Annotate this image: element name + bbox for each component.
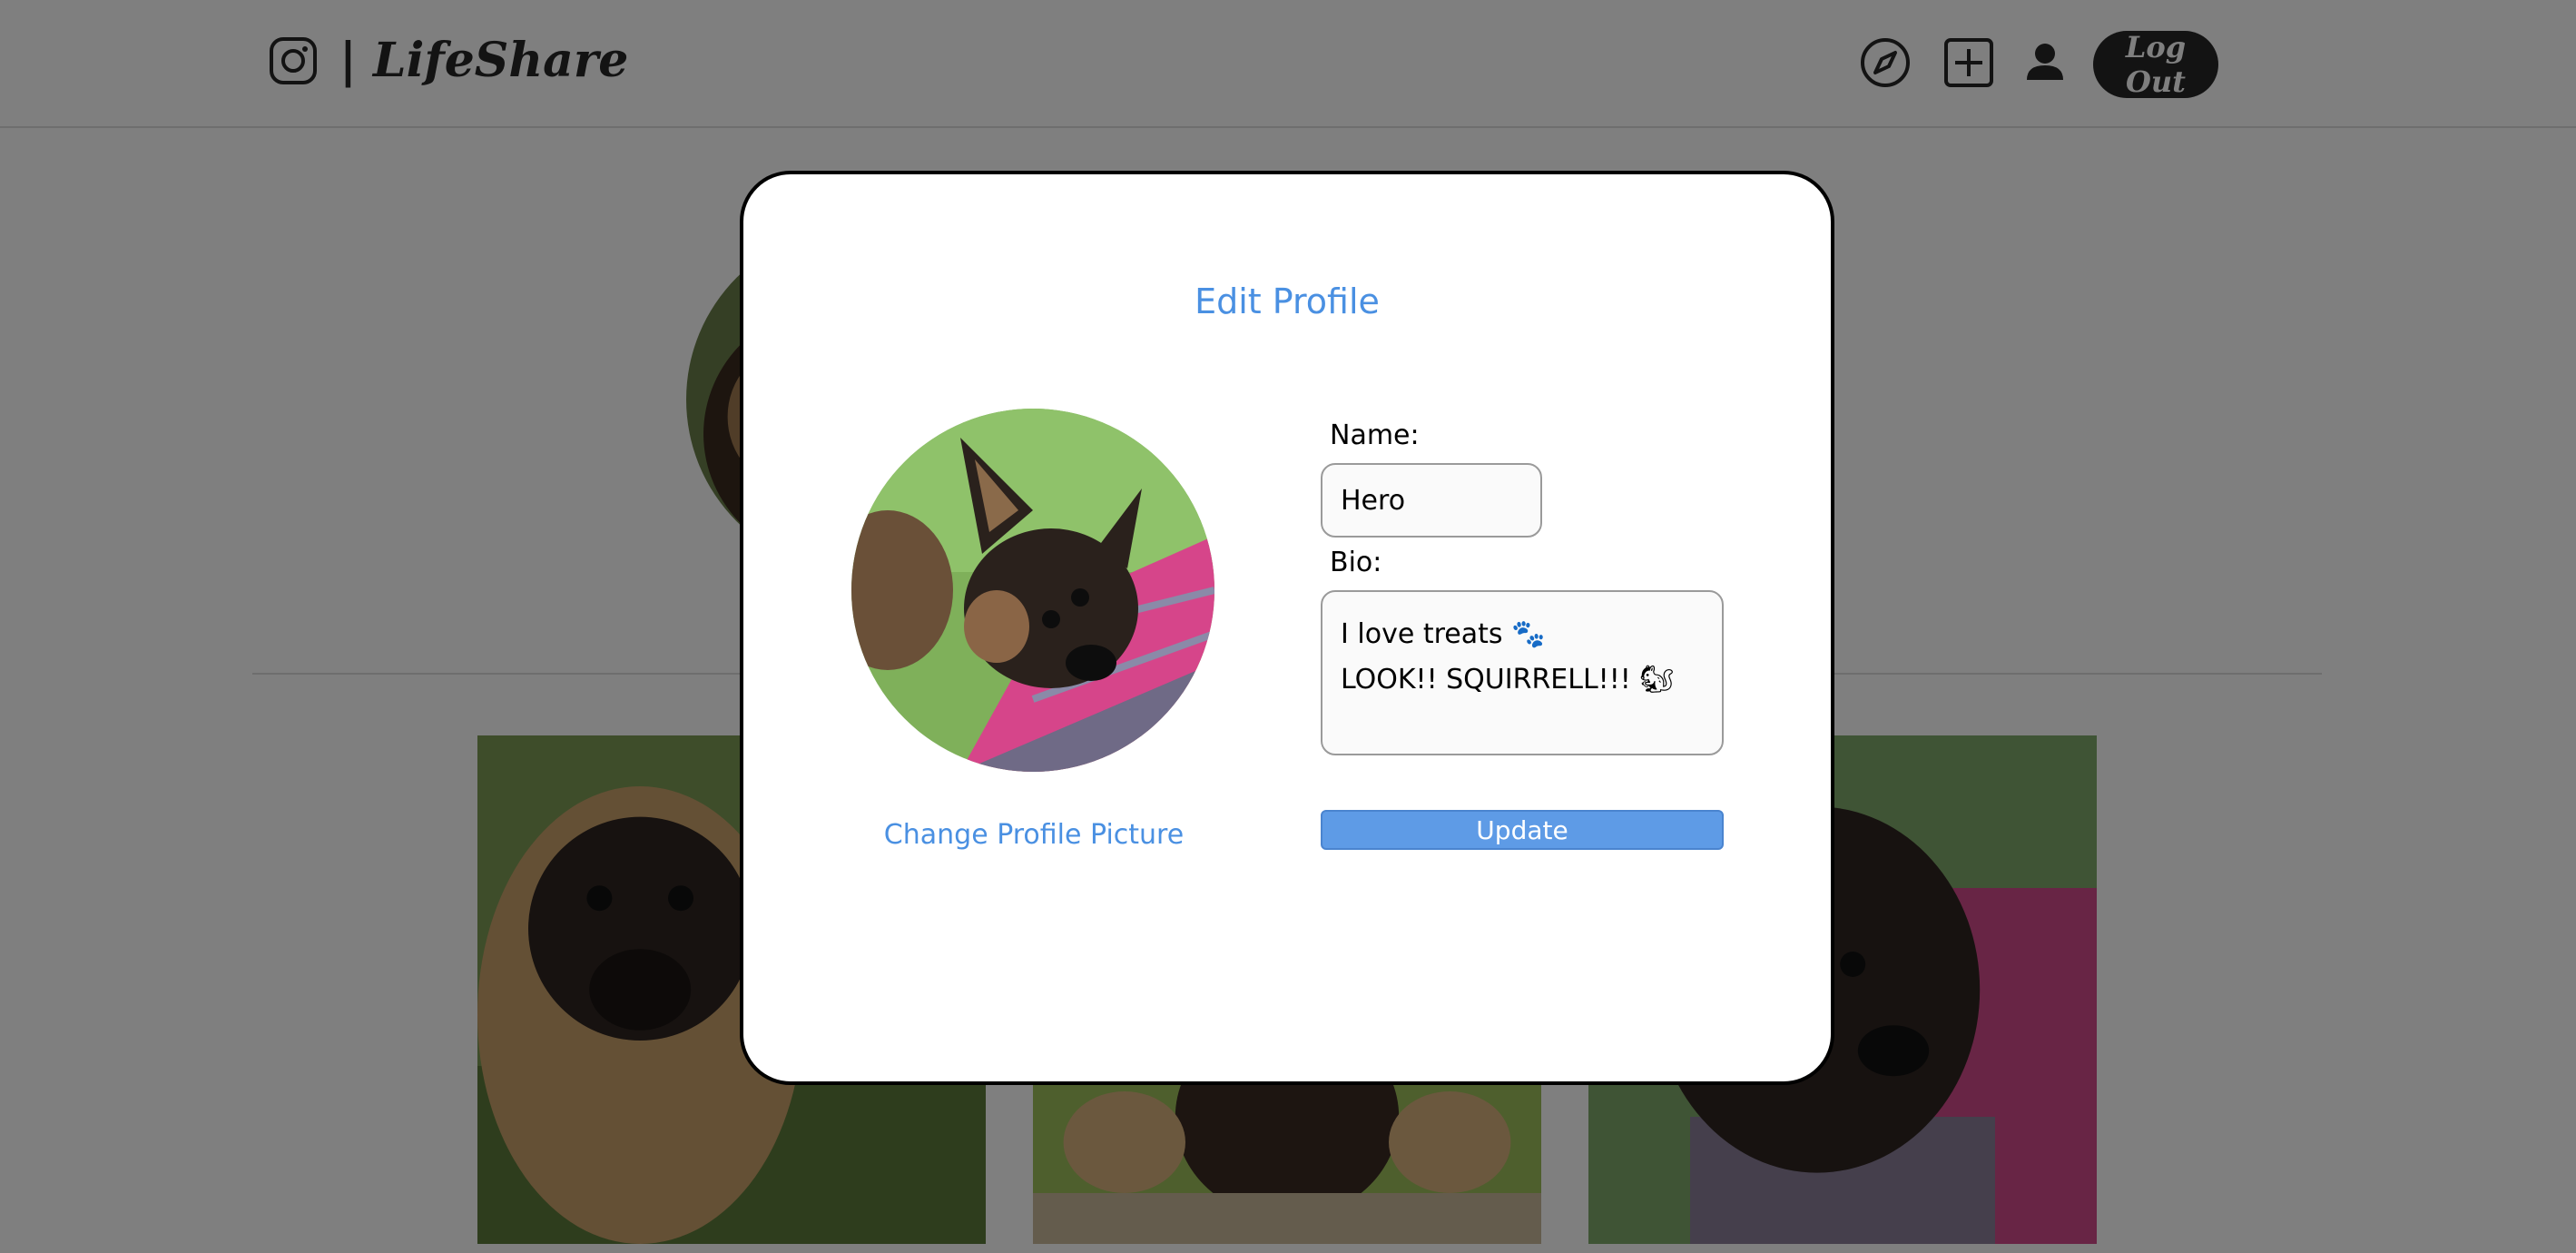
edit-profile-modal: Edit Profile Change Profile Picture Name… xyxy=(740,171,1834,1085)
name-label: Name: xyxy=(1330,419,1420,451)
name-field[interactable] xyxy=(1321,463,1542,538)
modal-title: Edit Profile xyxy=(1195,281,1380,321)
bio-label: Bio: xyxy=(1330,547,1382,578)
profile-picture xyxy=(851,409,1214,772)
bio-field[interactable]: I love treats 🐾 LOOK!! SQUIRRELL!!! 🐿 xyxy=(1321,590,1724,755)
update-button[interactable]: Update xyxy=(1321,810,1724,850)
change-profile-picture-link[interactable]: Change Profile Picture xyxy=(743,819,1324,851)
